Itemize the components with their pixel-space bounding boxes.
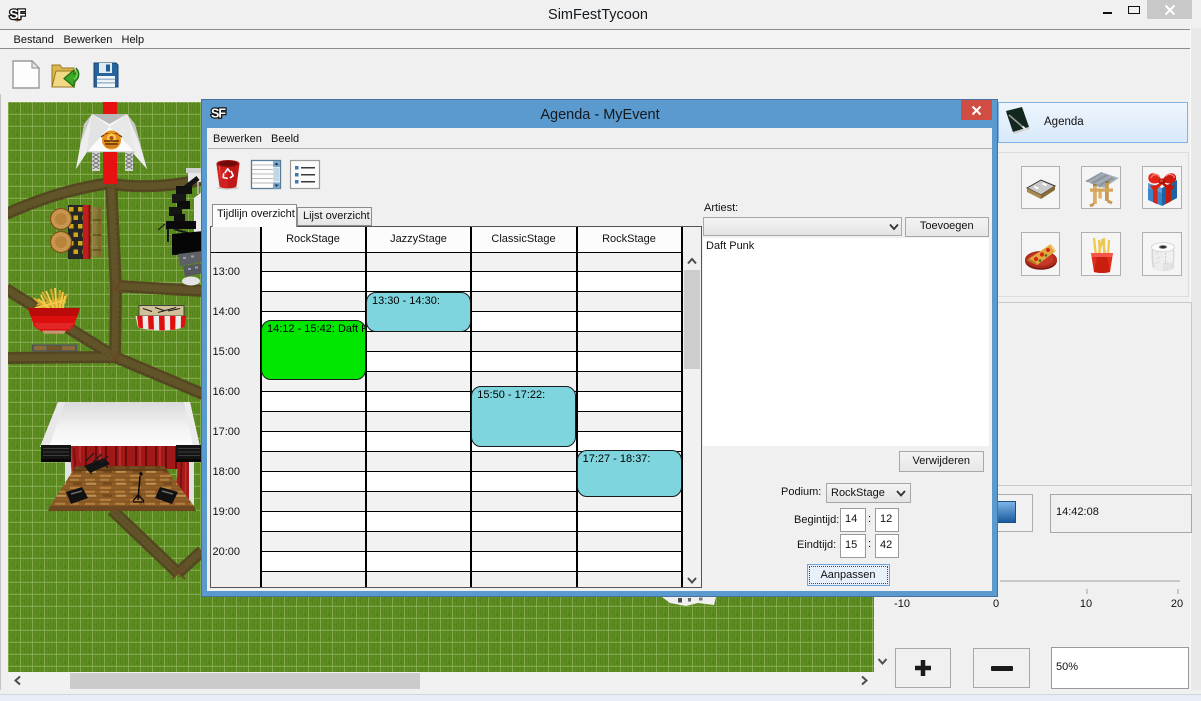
svg-text:SF: SF: [9, 7, 25, 22]
svg-text:SF: SF: [211, 107, 226, 121]
